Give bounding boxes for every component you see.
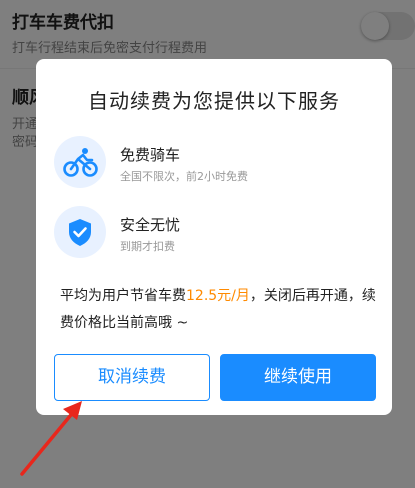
bicycle-icon <box>54 136 106 188</box>
feature-name: 安全无忧 <box>120 216 181 234</box>
feature-safety: 安全无忧 到期才扣费 <box>54 206 382 260</box>
feature-name: 免费骑车 <box>120 146 181 164</box>
cancel-renewal-button[interactable]: 取消续费 <box>54 354 210 401</box>
feature-description: 全国不限次，前2小时免费 <box>120 170 248 183</box>
dialog-title: 自动续费为您提供以下服务 <box>88 89 340 113</box>
auto-renew-dialog: 自动续费为您提供以下服务 免费骑车 全国不限次，前2小时免费 安全无忧 到期才扣… <box>36 59 392 415</box>
feature-free-riding: 免费骑车 全国不限次，前2小时免费 <box>54 136 382 190</box>
shield-check-icon <box>54 206 106 258</box>
notice-text-before: 平均为用户节省车费 <box>60 288 186 304</box>
saving-price: 12.5元/月 <box>186 288 250 304</box>
continue-using-button[interactable]: 继续使用 <box>220 354 376 401</box>
feature-description: 到期才扣费 <box>120 240 175 253</box>
renewal-notice: 平均为用户节省车费12.5元/月，关闭后再开通，续费价格比当前高哦 ~ <box>60 283 376 337</box>
